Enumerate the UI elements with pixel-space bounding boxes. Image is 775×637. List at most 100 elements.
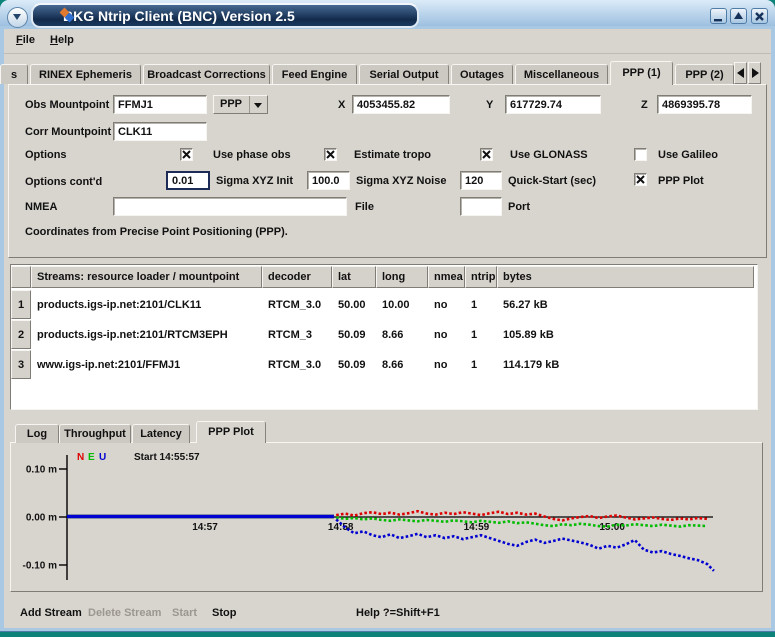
cell-nmea[interactable]: no (434, 299, 447, 311)
stop-button[interactable]: Stop (212, 607, 236, 619)
options-contd-label: Options cont'd (25, 176, 102, 188)
tab-s[interactable]: s (0, 64, 28, 84)
minimize-button[interactable] (710, 8, 727, 24)
table-header-0[interactable]: Streams: resource loader / mountpoint (31, 266, 262, 288)
options-label: Options (25, 149, 67, 161)
bottom-tab-throughput[interactable]: Throughput (59, 424, 131, 443)
checkbox-ppp-plot[interactable] (634, 173, 647, 186)
ppp-combobox-value: PPP (220, 98, 242, 110)
add-stream-button[interactable]: Add Stream (20, 607, 82, 619)
cell-ntrip[interactable]: 1 (471, 329, 477, 341)
contd-label-1: Sigma XYZ Noise (356, 175, 446, 187)
cell-decoder[interactable]: RTCM_3.0 (268, 359, 321, 371)
checkbox-use-galileo[interactable] (634, 148, 647, 161)
dropdown-arrow-icon (254, 103, 262, 108)
table-header-4[interactable]: nmea (428, 266, 465, 288)
window-menu-button[interactable] (7, 7, 28, 28)
window-title: BKG Ntrip Client (BNC) Version 2.5 (63, 8, 295, 24)
y-input[interactable] (505, 95, 601, 114)
row-number[interactable]: 1 (11, 290, 31, 319)
cell-lat[interactable]: 50.09 (338, 329, 366, 341)
tab-rinex-ephemeris[interactable]: RINEX Ephemeris (30, 64, 141, 84)
corr-mountpoint-input[interactable] (113, 122, 207, 141)
ppp-hint-text: Coordinates from Precise Point Positioni… (25, 226, 288, 238)
nmea-port-input[interactable] (460, 197, 502, 216)
row-number[interactable]: 3 (11, 350, 31, 379)
cell-decoder[interactable]: RTCM_3.0 (268, 299, 321, 311)
start-button[interactable]: Start (172, 607, 197, 619)
tab-outages[interactable]: Outages (451, 64, 513, 84)
cell-mountpoint[interactable]: www.igs-ip.net:2101/FFMJ1 (37, 359, 180, 371)
cell-nmea[interactable]: no (434, 329, 447, 341)
checkbox-label: Use Galileo (658, 149, 718, 161)
checkbox-label: Estimate tropo (354, 149, 431, 161)
nmea-label: NMEA (25, 201, 57, 213)
titlebar[interactable]: BKG Ntrip Client (BNC) Version 2.5 (0, 0, 775, 26)
contd-input-2[interactable] (460, 171, 502, 190)
contd-label-0: Sigma XYZ Init (216, 175, 293, 187)
cell-bytes[interactable]: 114.179 kB (503, 359, 559, 371)
y-label: Y (486, 99, 493, 111)
contd-input-0[interactable] (166, 171, 210, 190)
cell-mountpoint[interactable]: products.igs-ip.net:2101/CLK11 (37, 299, 201, 311)
cell-lat[interactable]: 50.09 (338, 359, 366, 371)
obs-mountpoint-input[interactable] (113, 95, 207, 114)
table-header-2[interactable]: lat (332, 266, 376, 288)
close-button[interactable] (751, 8, 768, 24)
corr-mountpoint-label: Corr Mountpoint (25, 126, 111, 138)
tab-ppp-1-[interactable]: PPP (1) (610, 61, 673, 85)
check-x-icon (635, 174, 646, 185)
table-header-3[interactable]: long (376, 266, 428, 288)
cell-bytes[interactable]: 105.89 kB (503, 329, 554, 341)
ppp-combobox-arrow-button[interactable] (249, 96, 267, 113)
check-x-icon (325, 149, 336, 160)
checkbox-estimate-tropo[interactable] (324, 148, 337, 161)
table-header-1[interactable]: decoder (262, 266, 332, 288)
table-corner (11, 266, 31, 288)
cell-long[interactable]: 8.66 (382, 329, 403, 341)
bottom-tab-log[interactable]: Log (15, 424, 59, 443)
row-number[interactable]: 2 (11, 320, 31, 349)
tab-serial-output[interactable]: Serial Output (359, 64, 449, 84)
help-hint[interactable]: Help ?=Shift+F1 (356, 607, 440, 619)
menu-file[interactable]: File (16, 34, 35, 46)
tab-ppp-2-[interactable]: PPP (2) (675, 64, 734, 84)
cell-lat[interactable]: 50.00 (338, 299, 366, 311)
cell-mountpoint[interactable]: products.igs-ip.net:2101/RTCM3EPH (37, 329, 228, 341)
cell-long[interactable]: 8.66 (382, 359, 403, 371)
cell-bytes[interactable]: 56.27 kB (503, 299, 548, 311)
z-input[interactable] (657, 95, 752, 114)
checkbox-use-phase-obs[interactable] (180, 148, 193, 161)
cell-decoder[interactable]: RTCM_3 (268, 329, 312, 341)
x-input[interactable] (352, 95, 450, 114)
tab-feed-engine[interactable]: Feed Engine (272, 64, 357, 84)
cell-long[interactable]: 10.00 (382, 299, 410, 311)
nmea-port-label: Port (508, 201, 530, 213)
x-tick-label: 14:57 (192, 522, 218, 533)
tab-scroll-right-button[interactable] (748, 62, 761, 84)
obs-mountpoint-label: Obs Mountpoint (25, 99, 109, 111)
tab-broadcast-corrections[interactable]: Broadcast Corrections (143, 64, 270, 84)
minimize-icon (712, 10, 725, 23)
menu-help[interactable]: Help (50, 34, 74, 46)
check-x-icon (181, 149, 192, 160)
checkbox-use-glonass[interactable] (480, 148, 493, 161)
ppp-combobox[interactable]: PPP (213, 95, 268, 114)
x-tick-label: 14:59 (464, 522, 490, 533)
cell-ntrip[interactable]: 1 (471, 299, 477, 311)
bottom-tab-ppp-plot[interactable]: PPP Plot (196, 421, 266, 443)
maximize-button[interactable] (730, 8, 747, 24)
contd-input-1[interactable] (307, 171, 350, 190)
arrow-right-icon (752, 68, 759, 78)
tab-miscellaneous[interactable]: Miscellaneous (515, 64, 608, 84)
cell-ntrip[interactable]: 1 (471, 359, 477, 371)
y-tick-label: 0.10 m (26, 465, 57, 476)
checkbox-label: PPP Plot (658, 175, 704, 187)
table-header-6[interactable]: bytes (497, 266, 754, 288)
delete-stream-button[interactable]: Delete Stream (88, 607, 161, 619)
cell-nmea[interactable]: no (434, 359, 447, 371)
tab-scroll-left-button[interactable] (734, 62, 747, 84)
table-header-5[interactable]: ntrip (465, 266, 497, 288)
nmea-file-input[interactable] (113, 197, 347, 216)
bottom-tab-latency[interactable]: Latency (132, 424, 190, 443)
